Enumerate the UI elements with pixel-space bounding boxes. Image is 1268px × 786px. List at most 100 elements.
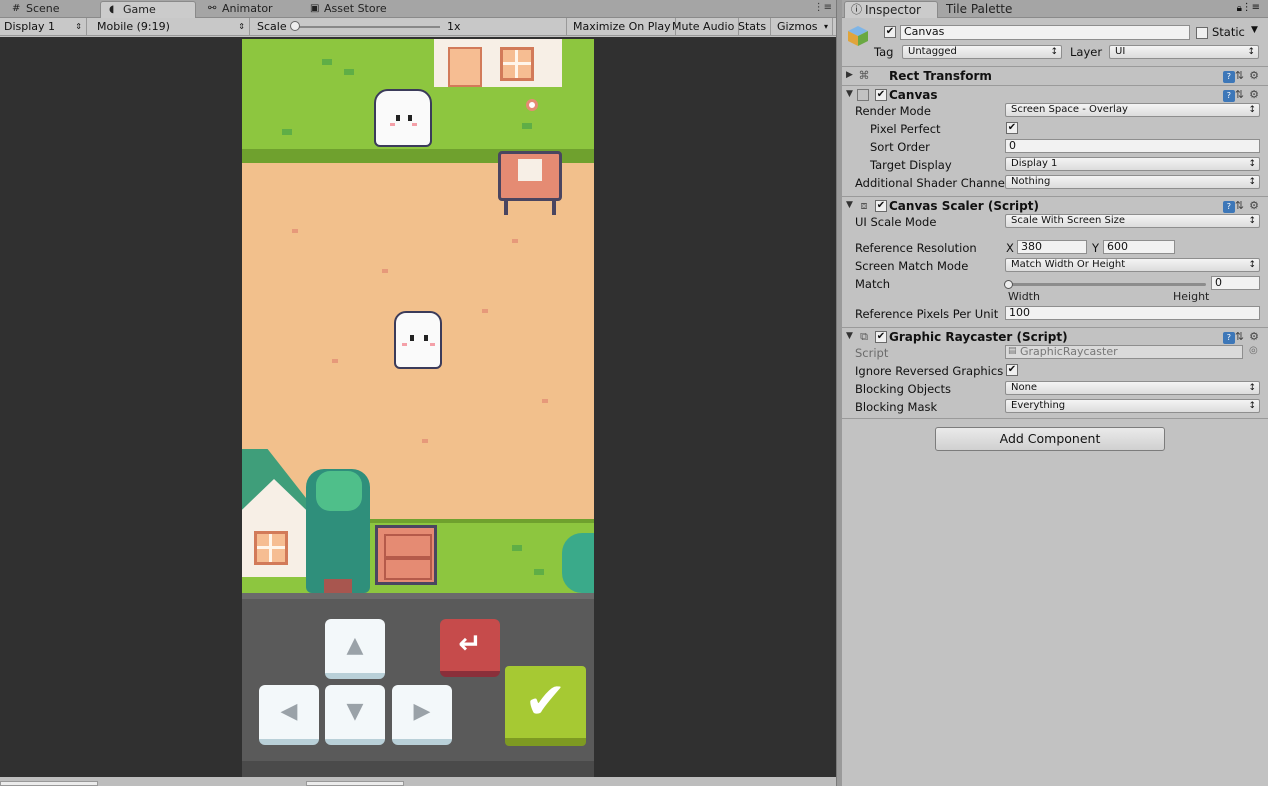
dpad-down-button[interactable]: ▼ [325, 685, 385, 745]
gizmos-dropdown[interactable]: Gizmos ▾ [773, 18, 833, 36]
static-checkbox[interactable] [1196, 27, 1208, 39]
reference-resolution-label: Reference Resolution [855, 241, 977, 255]
hash-icon: # [12, 3, 21, 14]
match-height-label: Height [1173, 290, 1210, 303]
presets-icon[interactable]: ⇅ [1235, 199, 1249, 212]
dpad-right-button[interactable]: ▶ [392, 685, 452, 745]
static-dropdown-icon[interactable]: ▼ [1251, 25, 1258, 35]
render-mode-dropdown[interactable]: Screen Space - Overlay [1005, 103, 1260, 117]
pixel-perfect-checkbox[interactable]: ✔ [1006, 122, 1018, 134]
reference-resolution-x-field[interactable]: 380 [1017, 240, 1087, 254]
arrow-left-icon: ◀ [280, 699, 298, 724]
object-picker-icon[interactable]: ◎ [1249, 345, 1258, 356]
dpad-up-button[interactable]: ▲ [325, 619, 385, 679]
bush [562, 533, 594, 593]
dirt-speck [332, 359, 338, 363]
scale-slider-handle[interactable] [290, 21, 300, 31]
scale-slider-track[interactable] [296, 26, 440, 28]
tab-inspector[interactable]: ⓘ Inspector [844, 1, 938, 18]
controls-footer [242, 761, 594, 777]
controls-border [242, 593, 594, 599]
target-display-dropdown[interactable]: Display 1 [1005, 157, 1260, 171]
blocking-mask-dropdown[interactable]: Everything [1005, 399, 1260, 413]
tab-tile-palette[interactable]: Tile Palette [946, 1, 1012, 18]
aspect-dropdown[interactable]: Mobile (9:19) ⇕ [93, 18, 250, 36]
player-character [394, 311, 442, 369]
status-segment [306, 781, 404, 786]
dirt-speck [512, 239, 518, 243]
dirt-speck [292, 229, 298, 233]
object-active-checkbox[interactable]: ✔ [884, 26, 896, 38]
tab-scene[interactable]: # Scene [4, 1, 98, 18]
window-menu-icon[interactable]: ⋮≡ [814, 2, 832, 13]
component-header-canvas-scaler[interactable]: ▼ ⧈ ✔ Canvas Scaler (Script) ? ⇅⚙ [842, 196, 1268, 215]
blocking-objects-label: Blocking Objects [855, 382, 951, 396]
help-icon[interactable]: ? [1222, 332, 1235, 344]
tab-asset-store[interactable]: ▣ Asset Store [302, 1, 412, 18]
gear-icon[interactable]: ⚙ [1249, 69, 1264, 82]
component-header-rect-transform[interactable]: ▶ ⌘ Rect Transform ? ⇅⚙ [842, 66, 1268, 85]
canvas-enabled-checkbox[interactable]: ✔ [875, 89, 887, 101]
ignore-reversed-checkbox[interactable]: ✔ [1006, 364, 1018, 376]
bag-icon: ▣ [310, 3, 320, 14]
add-component-button[interactable]: Add Component [935, 427, 1165, 451]
editor-tabbar: # Scene ◖ Game ⚯ Animator ▣ Asset Store … [0, 0, 838, 18]
tree-trunk [324, 579, 352, 593]
sort-order-field[interactable]: 0 [1005, 139, 1260, 153]
npc-blush [390, 123, 395, 126]
house-door [448, 47, 482, 87]
dropdown-arrow-icon: ⇕ [75, 22, 82, 31]
tab-animator[interactable]: ⚯ Animator [200, 1, 300, 18]
match-slider-track[interactable] [1008, 283, 1206, 286]
game-screen[interactable]: ▲ ◀ ▼ ▶ ↵ ✔ [242, 39, 594, 777]
graphic-raycaster-enabled-checkbox[interactable]: ✔ [875, 331, 887, 343]
match-value-field[interactable]: 0 [1211, 276, 1260, 290]
ui-scale-mode-dropdown[interactable]: Scale With Screen Size [1005, 214, 1260, 228]
help-icon[interactable]: ? [1222, 201, 1235, 213]
tab-game[interactable]: ◖ Game [100, 1, 196, 18]
help-icon[interactable]: ? [1222, 71, 1235, 83]
tag-dropdown[interactable]: Untagged [902, 45, 1062, 59]
mute-audio-toggle[interactable]: Mute Audio [668, 18, 740, 36]
help-icon[interactable]: ? [1222, 90, 1235, 102]
foldout-expanded-icon[interactable]: ▼ [846, 331, 853, 341]
component-header-canvas[interactable]: ▼ ✔ Canvas ? ⇅⚙ [842, 85, 1268, 104]
presets-icon[interactable]: ⇅ [1235, 88, 1249, 101]
object-name-field[interactable]: Canvas [900, 25, 1190, 40]
window-menu-icon[interactable]: ⋮≡ [1242, 2, 1260, 13]
notice-paper [518, 159, 542, 181]
reference-ppu-field[interactable]: 100 [1005, 306, 1260, 320]
canvas-scaler-enabled-checkbox[interactable]: ✔ [875, 200, 887, 212]
arrow-down-icon: ▼ [346, 699, 364, 724]
shader-channels-dropdown[interactable]: Nothing [1005, 175, 1260, 189]
flower-sprite [526, 99, 538, 111]
arrow-right-icon: ▶ [413, 699, 431, 724]
screen-match-mode-dropdown[interactable]: Match Width Or Height [1005, 258, 1260, 272]
gear-icon[interactable]: ⚙ [1249, 199, 1264, 212]
reference-resolution-y-field[interactable]: 600 [1103, 240, 1175, 254]
display-dropdown[interactable]: Display 1 ⇕ [0, 18, 87, 36]
back-button[interactable]: ↵ [440, 619, 500, 677]
status-bar [0, 777, 838, 786]
stats-toggle[interactable]: Stats [734, 18, 772, 36]
dpad-left-button[interactable]: ◀ [259, 685, 319, 745]
nodes-icon: ⚯ [208, 3, 217, 14]
component-tools: ? ⇅⚙ [1222, 199, 1264, 213]
x-label: X [1006, 241, 1014, 255]
layer-dropdown[interactable]: UI [1109, 45, 1259, 59]
maximize-on-play-toggle[interactable]: Maximize On Play [569, 18, 676, 36]
gear-icon[interactable]: ⚙ [1249, 330, 1264, 343]
pacman-icon: ◖ [109, 4, 115, 15]
blocking-objects-dropdown[interactable]: None [1005, 381, 1260, 395]
grass-tuft [282, 129, 292, 135]
presets-icon[interactable]: ⇅ [1235, 69, 1249, 82]
gear-icon[interactable]: ⚙ [1249, 88, 1264, 101]
foldout-expanded-icon[interactable]: ▼ [846, 200, 853, 210]
foldout-expanded-icon[interactable]: ▼ [846, 89, 853, 99]
match-slider-handle[interactable] [1004, 280, 1013, 289]
confirm-button[interactable]: ✔ [505, 666, 586, 746]
presets-icon[interactable]: ⇅ [1235, 330, 1249, 343]
foldout-collapsed-icon[interactable]: ▶ [846, 70, 853, 80]
script-label: Script [855, 346, 889, 360]
component-header-graphic-raycaster[interactable]: ▼ ⧉ ✔ Graphic Raycaster (Script) ? ⇅⚙ [842, 327, 1268, 346]
